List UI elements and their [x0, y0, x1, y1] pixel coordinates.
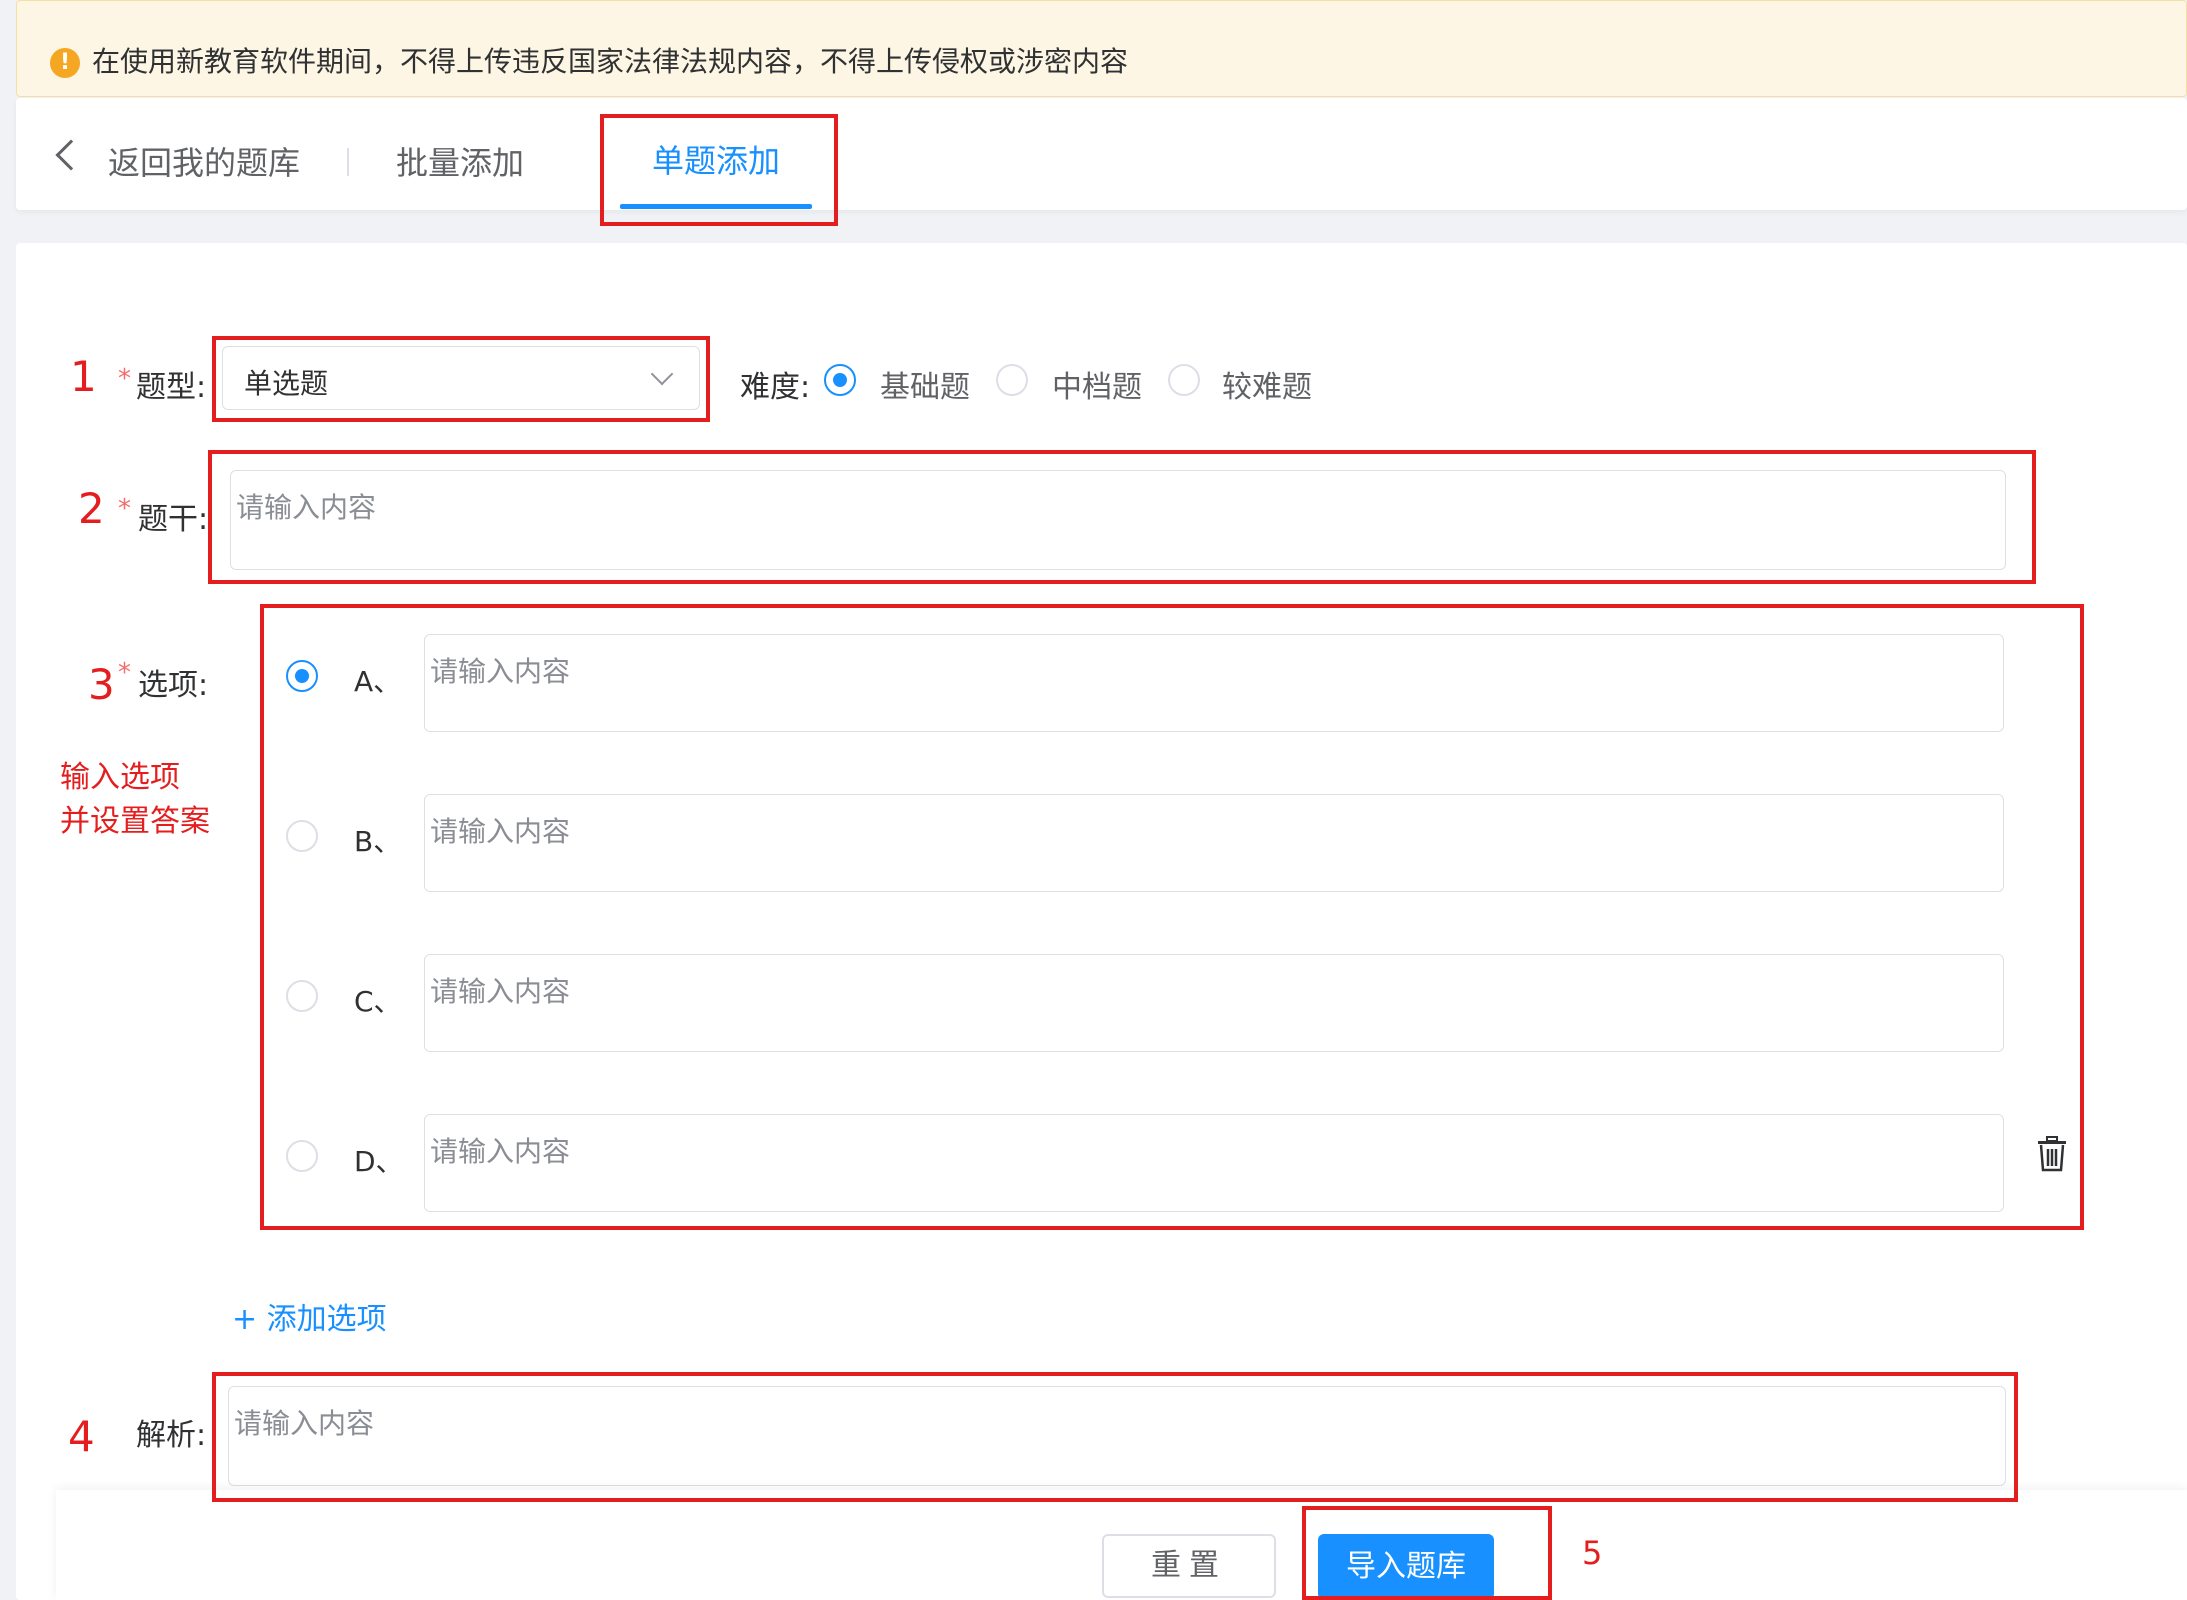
annotation-box-tab: [600, 114, 838, 226]
annotation-note-line1: 输入选项: [60, 760, 180, 795]
tab-batch-add[interactable]: 批量添加: [396, 138, 524, 184]
tabs-bar: [16, 98, 2187, 210]
required-mark: *: [118, 494, 131, 524]
required-mark: *: [118, 658, 131, 688]
tab-divider: [347, 148, 349, 176]
difficulty-radio-hard[interactable]: [1168, 364, 1200, 396]
required-mark: *: [118, 364, 131, 394]
annotation-number-1: 1: [70, 352, 97, 401]
annotation-box-stem: [208, 450, 2036, 584]
difficulty-option-hard[interactable]: 较难题: [1222, 362, 1312, 406]
annotation-number-3: 3: [88, 660, 115, 709]
difficulty-radio-basic[interactable]: [824, 364, 856, 396]
options-label: 选项:: [138, 668, 209, 703]
reset-button[interactable]: 重置: [1102, 1534, 1276, 1598]
add-option-link[interactable]: + 添加选项: [232, 1294, 387, 1338]
annotation-note-line2: 并设置答案: [60, 804, 210, 839]
back-to-my-bank-link[interactable]: 返回我的题库: [108, 138, 300, 184]
annotation-box-options: [260, 604, 2084, 1230]
difficulty-label: 难度:: [740, 370, 811, 405]
analysis-label: 解析:: [136, 1418, 207, 1453]
difficulty-radio-medium[interactable]: [996, 364, 1028, 396]
type-label: 题型:: [136, 370, 207, 405]
notice-text: 在使用新教育软件期间，不得上传违反国家法律法规内容，不得上传侵权或涉密内容: [92, 45, 1129, 78]
annotation-box-import: [1302, 1506, 1552, 1600]
annotation-box-type: [212, 336, 710, 422]
warning-icon: !: [50, 48, 80, 78]
stem-label: 题干:: [138, 502, 209, 537]
annotation-number-2: 2: [78, 484, 105, 533]
annotation-number-4: 4: [68, 1412, 95, 1461]
annotation-box-analysis: [212, 1372, 2018, 1502]
difficulty-option-medium[interactable]: 中档题: [1052, 362, 1142, 406]
annotation-number-5: 5: [1582, 1534, 1603, 1572]
difficulty-option-basic[interactable]: 基础题: [880, 362, 970, 406]
